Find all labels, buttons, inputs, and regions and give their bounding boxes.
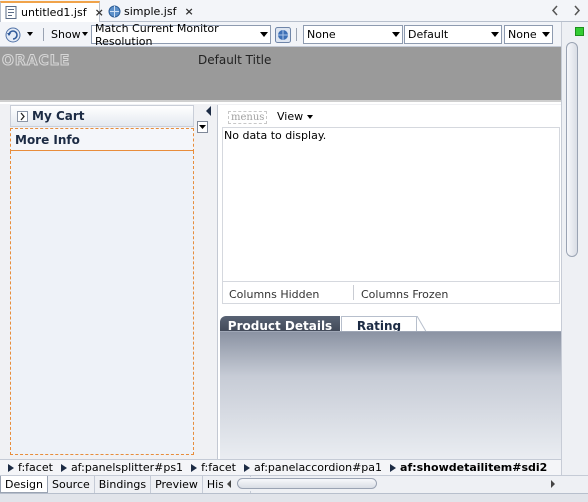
- content-panel: menus View No data to display. Columns H…: [217, 105, 561, 459]
- refresh-icon: [5, 27, 21, 42]
- columns-hidden-label: Columns Hidden: [229, 288, 320, 301]
- chevron-down-icon[interactable]: [27, 32, 33, 36]
- chevron-down-icon: [199, 125, 206, 129]
- chevron-right-icon: [191, 463, 198, 472]
- chevron-down-icon: [260, 32, 268, 37]
- collapse-button[interactable]: [197, 121, 208, 133]
- show-label: Show: [51, 28, 81, 41]
- menus-facet-label: menus: [228, 111, 268, 124]
- breadcrumb-item-current[interactable]: af:showdetailitem#sdi2: [400, 461, 547, 474]
- panel-accordion: My Cart More Info: [10, 105, 194, 455]
- tab-source[interactable]: Source: [48, 476, 95, 493]
- jsf-file-icon: [5, 6, 18, 19]
- page-title: Default Title: [198, 53, 272, 67]
- tab-label: Design: [5, 477, 43, 491]
- resolution-select[interactable]: Match Current Monitor Resolution: [91, 22, 271, 48]
- breadcrumb-item[interactable]: af:panelsplitter#ps1: [71, 461, 183, 474]
- globe-icon: [275, 26, 291, 43]
- tab-content: [220, 332, 561, 459]
- tab-bindings[interactable]: Bindings: [95, 476, 152, 493]
- accordion-body: [10, 151, 194, 455]
- close-icon[interactable]: ×: [95, 6, 104, 19]
- divider: [353, 285, 354, 300]
- chevron-left-icon[interactable]: [550, 5, 561, 16]
- tab-preview[interactable]: Preview: [151, 476, 203, 493]
- chevron-right-icon: [244, 463, 250, 472]
- chevron-right-icon[interactable]: [572, 5, 583, 16]
- locale-select-value: None: [508, 28, 537, 41]
- chevron-down-icon: [491, 32, 499, 37]
- globe-file-icon: [108, 5, 121, 18]
- branding-bar: ORACLE Default Title: [0, 47, 561, 102]
- editor-tab-simple[interactable]: simple.jsf ×: [104, 1, 194, 22]
- view-menu-label: View: [277, 110, 304, 123]
- editor-tab-label: simple.jsf: [124, 5, 177, 18]
- vertical-scrollbar[interactable]: [561, 22, 588, 475]
- chevron-down-icon[interactable]: [82, 32, 88, 36]
- editor-tab-label: untitled1.jsf: [21, 6, 87, 19]
- columns-frozen-label: Columns Frozen: [361, 288, 449, 301]
- editor-tab-bar: untitled1.jsf × simple.jsf ×: [0, 0, 588, 22]
- locale-select[interactable]: None: [504, 25, 553, 44]
- horizontal-scrollbar[interactable]: [223, 477, 559, 491]
- table-toolbar: menus View: [222, 107, 558, 127]
- chevron-right-icon[interactable]: [549, 479, 557, 489]
- editor-tab-untitled1[interactable]: untitled1.jsf ×: [0, 1, 104, 22]
- style-select-value: Default: [408, 28, 449, 41]
- close-icon[interactable]: ×: [184, 5, 193, 18]
- design-canvas: ORACLE Default Title My Cart More Info m…: [0, 47, 561, 459]
- chevron-right-icon: [8, 463, 14, 472]
- splitter-collapse-icon[interactable]: [205, 104, 213, 118]
- accordion-header-label: My Cart: [32, 109, 85, 123]
- toolbar-separator: [43, 28, 44, 41]
- tab-design[interactable]: Design: [0, 476, 48, 493]
- view-menu[interactable]: View: [277, 110, 313, 123]
- tab-label: Bindings: [98, 478, 147, 491]
- scroll-thumb[interactable]: [237, 478, 377, 489]
- breadcrumb: f:facet af:panelsplitter#ps1 f:facet af:…: [0, 459, 561, 475]
- resolution-select-value: Match Current Monitor Resolution: [95, 21, 219, 48]
- tab-label: Preview: [155, 478, 198, 491]
- browser-preview-button[interactable]: [275, 25, 291, 44]
- toolbar-separator: [296, 28, 297, 41]
- breadcrumb-item[interactable]: f:facet: [18, 461, 53, 474]
- style-select[interactable]: Default: [404, 25, 502, 44]
- accordion-header-my-cart[interactable]: My Cart: [10, 105, 194, 127]
- tab-label: Source: [51, 478, 90, 491]
- scroll-thumb[interactable]: [566, 42, 578, 257]
- chevron-right-icon: [60, 463, 67, 472]
- table-status-bar: Columns Hidden Columns Frozen: [222, 282, 560, 304]
- chevron-left-icon[interactable]: [225, 479, 233, 489]
- accordion-header-more-info[interactable]: More Info: [10, 128, 194, 152]
- data-table: No data to display.: [222, 127, 560, 282]
- chevron-down-icon: [306, 115, 313, 119]
- chevron-down-icon: [542, 32, 550, 37]
- empty-table-message: No data to display.: [224, 129, 327, 142]
- skin-select-value: None: [307, 28, 336, 41]
- chevron-right-icon: [390, 463, 397, 472]
- refresh-button[interactable]: [4, 25, 24, 44]
- skin-select[interactable]: None: [303, 25, 403, 44]
- design-toolbar: Show Match Current Monitor Resolution No…: [0, 22, 588, 48]
- status-indicator-icon: [575, 27, 584, 36]
- breadcrumb-item[interactable]: f:facet: [201, 461, 236, 474]
- status-bar: [0, 493, 588, 502]
- oracle-logo: ORACLE: [1, 53, 71, 70]
- expand-icon: [17, 110, 28, 122]
- breadcrumb-item[interactable]: af:panelaccordion#pa1: [254, 461, 382, 474]
- chevron-down-icon: [392, 32, 400, 37]
- accordion-header-label: More Info: [15, 132, 80, 147]
